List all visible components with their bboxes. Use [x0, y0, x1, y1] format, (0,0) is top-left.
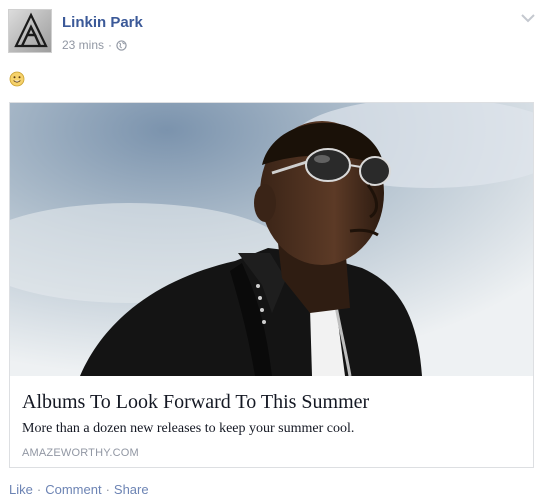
globe-icon[interactable] [116, 39, 127, 51]
page-avatar[interactable] [8, 9, 52, 53]
feed-post: Linkin Park 23 mins · Albums To Look For… [0, 0, 550, 503]
comment-button[interactable]: Comment [45, 482, 101, 497]
link-description: More than a dozen new releases to keep y… [22, 421, 355, 436]
post-meta: 23 mins · [62, 38, 127, 52]
hero-photo [10, 103, 533, 376]
smiling-face-emoji-icon [9, 71, 25, 87]
link-preview-card[interactable]: Albums To Look Forward To This Summer Mo… [9, 102, 534, 468]
like-button[interactable]: Like [9, 482, 33, 497]
share-button[interactable]: Share [114, 482, 149, 497]
link-preview-image[interactable] [10, 103, 533, 376]
post-timestamp[interactable]: 23 mins [62, 38, 104, 52]
meta-separator: · [108, 38, 113, 52]
action-separator: · [105, 482, 110, 497]
linkin-park-logo-icon [14, 12, 48, 48]
link-title[interactable]: Albums To Look Forward To This Summer [22, 391, 369, 414]
post-actions: Like · Comment · Share [9, 482, 149, 497]
action-separator: · [36, 482, 42, 497]
chevron-down-icon[interactable] [520, 12, 536, 24]
link-domain: AMAZEWORTHY.COM [22, 447, 139, 459]
page-name-link[interactable]: Linkin Park [62, 14, 143, 31]
